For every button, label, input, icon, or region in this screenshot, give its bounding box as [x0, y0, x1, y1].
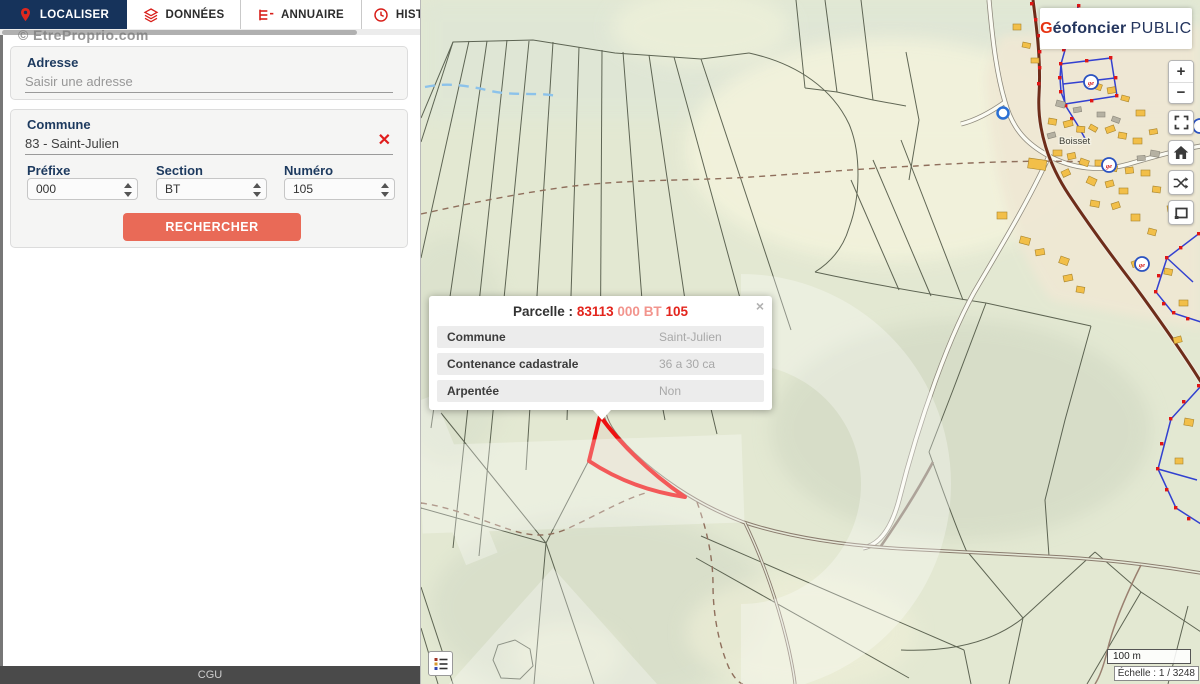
section-label: Section: [156, 163, 203, 178]
geofoncier-logo[interactable]: GéofoncierPUBLIC: [1040, 8, 1192, 49]
scale-bar: 100 m: [1107, 649, 1191, 664]
tabbar-scrollbar[interactable]: [0, 29, 420, 35]
select-extent-button[interactable]: [1168, 200, 1194, 225]
parcel-section-code: BT: [644, 304, 662, 319]
stepper-icon: [381, 182, 389, 198]
layers-icon: [143, 7, 159, 23]
village-label: Boisset: [1059, 136, 1091, 147]
logo-initial: G: [1040, 20, 1052, 38]
ge-badge[interactable]: ge: [1102, 158, 1116, 172]
svg-text:ge: ge: [1105, 163, 1112, 170]
parcel-popup: Parcelle : 83113 000 BT 105 × Commune Sa…: [429, 296, 772, 410]
scale-ratio: Échelle : 1 / 3248: [1114, 666, 1199, 681]
directory-icon: [258, 8, 274, 22]
parcel-insee-code: 83113: [577, 304, 614, 319]
logo-suffix: PUBLIC: [1130, 20, 1191, 38]
zoom-in-button[interactable]: +: [1169, 61, 1193, 82]
row-label: Contenance cadastrale: [447, 357, 659, 371]
numero-select[interactable]: 105: [284, 178, 395, 200]
address-input[interactable]: Saisir une adresse: [25, 74, 133, 89]
address-underline: [25, 92, 393, 93]
tab-donnees[interactable]: DONNÉES: [127, 0, 241, 29]
zoom-out-button[interactable]: −: [1169, 82, 1193, 103]
clear-commune-icon[interactable]: ✕: [378, 134, 391, 148]
zoom-controls: + −: [1168, 60, 1194, 104]
legend-list-icon: [433, 656, 449, 672]
rectangle-select-icon: [1174, 206, 1189, 220]
popup-row-arpentee: Arpentée Non: [437, 380, 764, 402]
tab-annuaire-label: ANNUAIRE: [281, 9, 344, 21]
tab-bar: LOCALISER DONNÉES ANNUAIRE HISTORIQUE: [0, 0, 420, 29]
swap-view-button[interactable]: [1168, 170, 1194, 195]
stepper-icon: [253, 182, 261, 198]
parcel-popup-title: Parcelle : 83113 000 BT 105: [453, 304, 748, 319]
commune-input[interactable]: 83 - Saint-Julien: [25, 136, 119, 151]
legend-button[interactable]: [428, 651, 453, 676]
ge-badge[interactable]: ge: [1084, 75, 1098, 89]
section-select[interactable]: BT: [156, 178, 267, 200]
scrollbar-thumb[interactable]: [2, 30, 357, 35]
commune-label: Commune: [27, 117, 91, 132]
tab-localiser-label: LOCALISER: [40, 9, 109, 21]
tab-historique[interactable]: HISTORIQUE: [362, 0, 420, 29]
parcel-numero-code: 105: [665, 304, 688, 319]
row-value: 36 a 30 ca: [659, 357, 715, 371]
tab-historique-label: HISTORIQUE: [396, 9, 420, 21]
popup-row-contenance: Contenance cadastrale 36 a 30 ca: [437, 353, 764, 375]
commune-underline: [25, 154, 393, 155]
home-icon: [1173, 145, 1189, 160]
sidebar: LOCALISER DONNÉES ANNUAIRE HISTORIQUE: [0, 0, 420, 684]
prefixe-select[interactable]: 000: [27, 178, 138, 200]
history-clock-icon: [373, 7, 389, 23]
prefixe-label: Préfixe: [27, 163, 70, 178]
tab-localiser[interactable]: LOCALISER: [0, 0, 127, 29]
commune-card: Commune 83 - Saint-Julien ✕ Préfixe Sect…: [10, 109, 408, 248]
fullscreen-icon: [1174, 115, 1189, 130]
numero-label: Numéro: [284, 163, 333, 178]
map-viewport: ge ge ge Boisset: [420, 0, 1200, 684]
row-label: Commune: [447, 330, 659, 344]
fullscreen-button[interactable]: [1168, 110, 1194, 135]
home-extent-button[interactable]: [1168, 140, 1194, 165]
geofoncier-app: LOCALISER DONNÉES ANNUAIRE HISTORIQUE: [0, 0, 1200, 684]
parcel-prefixe-code: 000: [617, 304, 640, 319]
svg-text:ge: ge: [1138, 262, 1145, 269]
popup-title-prefix: Parcelle :: [513, 304, 573, 319]
cgu-footer-link[interactable]: CGU: [0, 666, 420, 684]
prefixe-value: 000: [36, 182, 56, 196]
numero-value: 105: [293, 182, 313, 196]
row-label: Arpentée: [447, 384, 659, 398]
row-value: Non: [659, 384, 681, 398]
popup-close-icon[interactable]: ×: [756, 298, 764, 314]
ge-badge[interactable]: ge: [1135, 257, 1149, 271]
sidebar-left-edge: [0, 35, 3, 666]
address-card: Adresse Saisir une adresse: [10, 46, 408, 100]
stepper-icon: [124, 182, 132, 198]
popup-row-commune: Commune Saint-Julien: [437, 326, 764, 348]
map-pin-icon: [18, 7, 33, 22]
tab-annuaire[interactable]: ANNUAIRE: [241, 0, 362, 29]
section-value: BT: [165, 182, 180, 196]
svg-text:ge: ge: [1087, 80, 1094, 87]
popup-callout-pointer: [593, 410, 611, 420]
shuffle-arrows-icon: [1173, 176, 1189, 190]
ge-badge[interactable]: [1193, 119, 1200, 133]
tab-donnees-label: DONNÉES: [166, 9, 225, 21]
address-label: Adresse: [27, 55, 78, 70]
blue-ring-marker[interactable]: [998, 108, 1009, 119]
search-button[interactable]: RECHERCHER: [123, 213, 301, 241]
logo-name: éofoncier: [1053, 20, 1127, 38]
row-value: Saint-Julien: [659, 330, 722, 344]
